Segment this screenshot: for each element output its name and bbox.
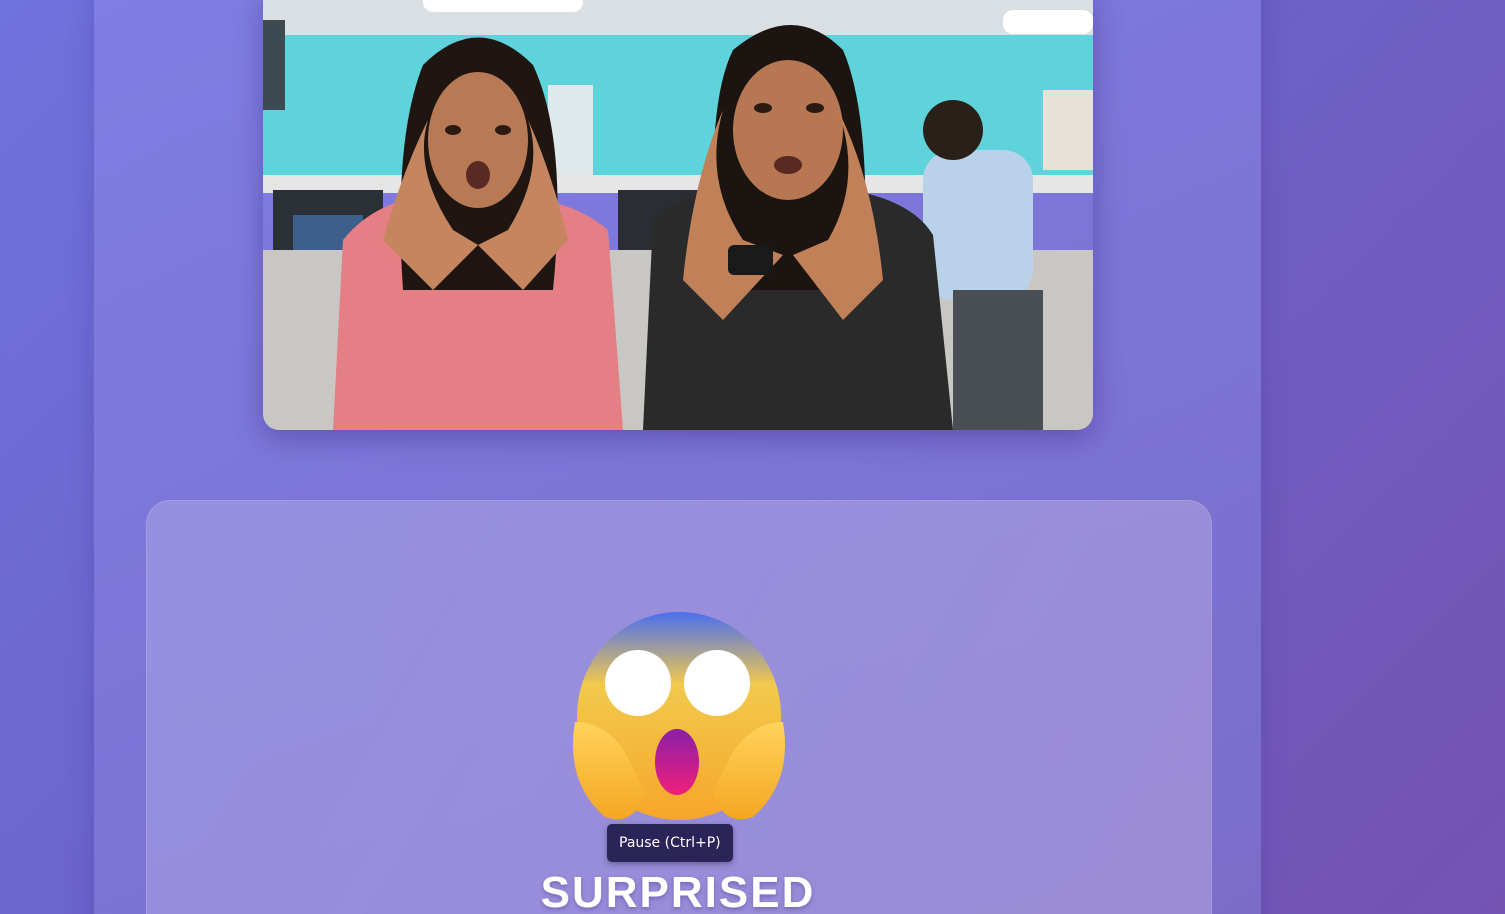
webcam-video-feed[interactable] [263,0,1093,430]
camera-feed-icon [263,0,1093,430]
face-screaming-in-fear-icon [565,612,793,830]
emotion-label: SURPRISED [540,868,816,914]
pause-tooltip: Pause (Ctrl+P) [607,824,733,862]
